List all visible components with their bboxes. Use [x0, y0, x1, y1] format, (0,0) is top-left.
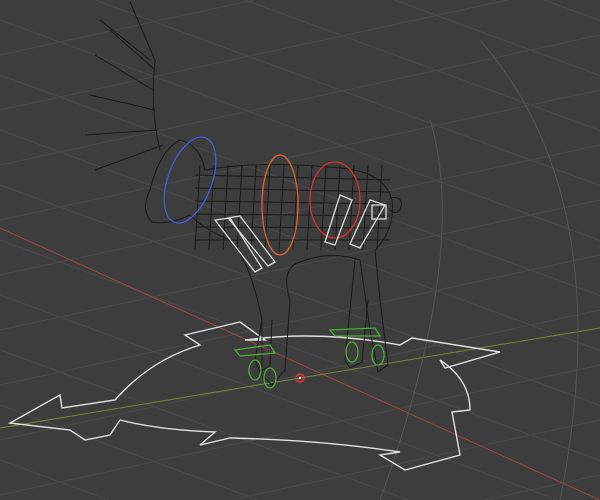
wire-edge [236, 164, 243, 251]
foot-control[interactable] [345, 341, 359, 363]
grid-line [0, 0, 254, 56]
grid-line [484, 474, 600, 500]
foot-controls[interactable] [233, 327, 385, 389]
grid-line [0, 364, 600, 496]
floor-grid [0, 0, 600, 500]
3d-viewport[interactable] [0, 0, 600, 500]
grid-line [0, 89, 600, 221]
foot-control[interactable] [263, 367, 277, 389]
grid-line [0, 34, 600, 166]
camera-arc [379, 119, 443, 500]
deer-wireframe[interactable] [84, 1, 402, 386]
foot-roll-control[interactable] [233, 344, 277, 357]
grid-line [0, 0, 508, 111]
grid-line [0, 459, 110, 500]
grid-line [0, 239, 600, 461]
foot-roll-control[interactable] [328, 327, 382, 337]
wire-edge [194, 174, 391, 181]
wire-edge [376, 164, 383, 251]
grid-line [0, 254, 600, 386]
wire-edge [222, 164, 229, 251]
viewport-scene[interactable] [0, 0, 600, 500]
wire-edge [194, 187, 391, 193]
grid-line [0, 349, 409, 500]
grid-line [544, 0, 600, 21]
x-axis-line [0, 227, 600, 500]
foot-control[interactable] [371, 344, 385, 366]
grid-line [95, 0, 600, 186]
grid-line [230, 419, 600, 500]
grid-line [0, 144, 600, 276]
wire-edge [194, 213, 391, 217]
deer-antler [84, 1, 164, 171]
grid-line [394, 0, 600, 76]
grid-line [0, 294, 558, 500]
grid-line [0, 19, 600, 241]
grid-line [244, 0, 600, 131]
deer-leg [344, 259, 369, 369]
grid-line [0, 404, 259, 500]
grid-line [0, 199, 600, 331]
wire-edge [194, 200, 391, 205]
grid-line [0, 309, 600, 441]
wire-edge [250, 164, 257, 251]
grid-line [0, 184, 600, 406]
